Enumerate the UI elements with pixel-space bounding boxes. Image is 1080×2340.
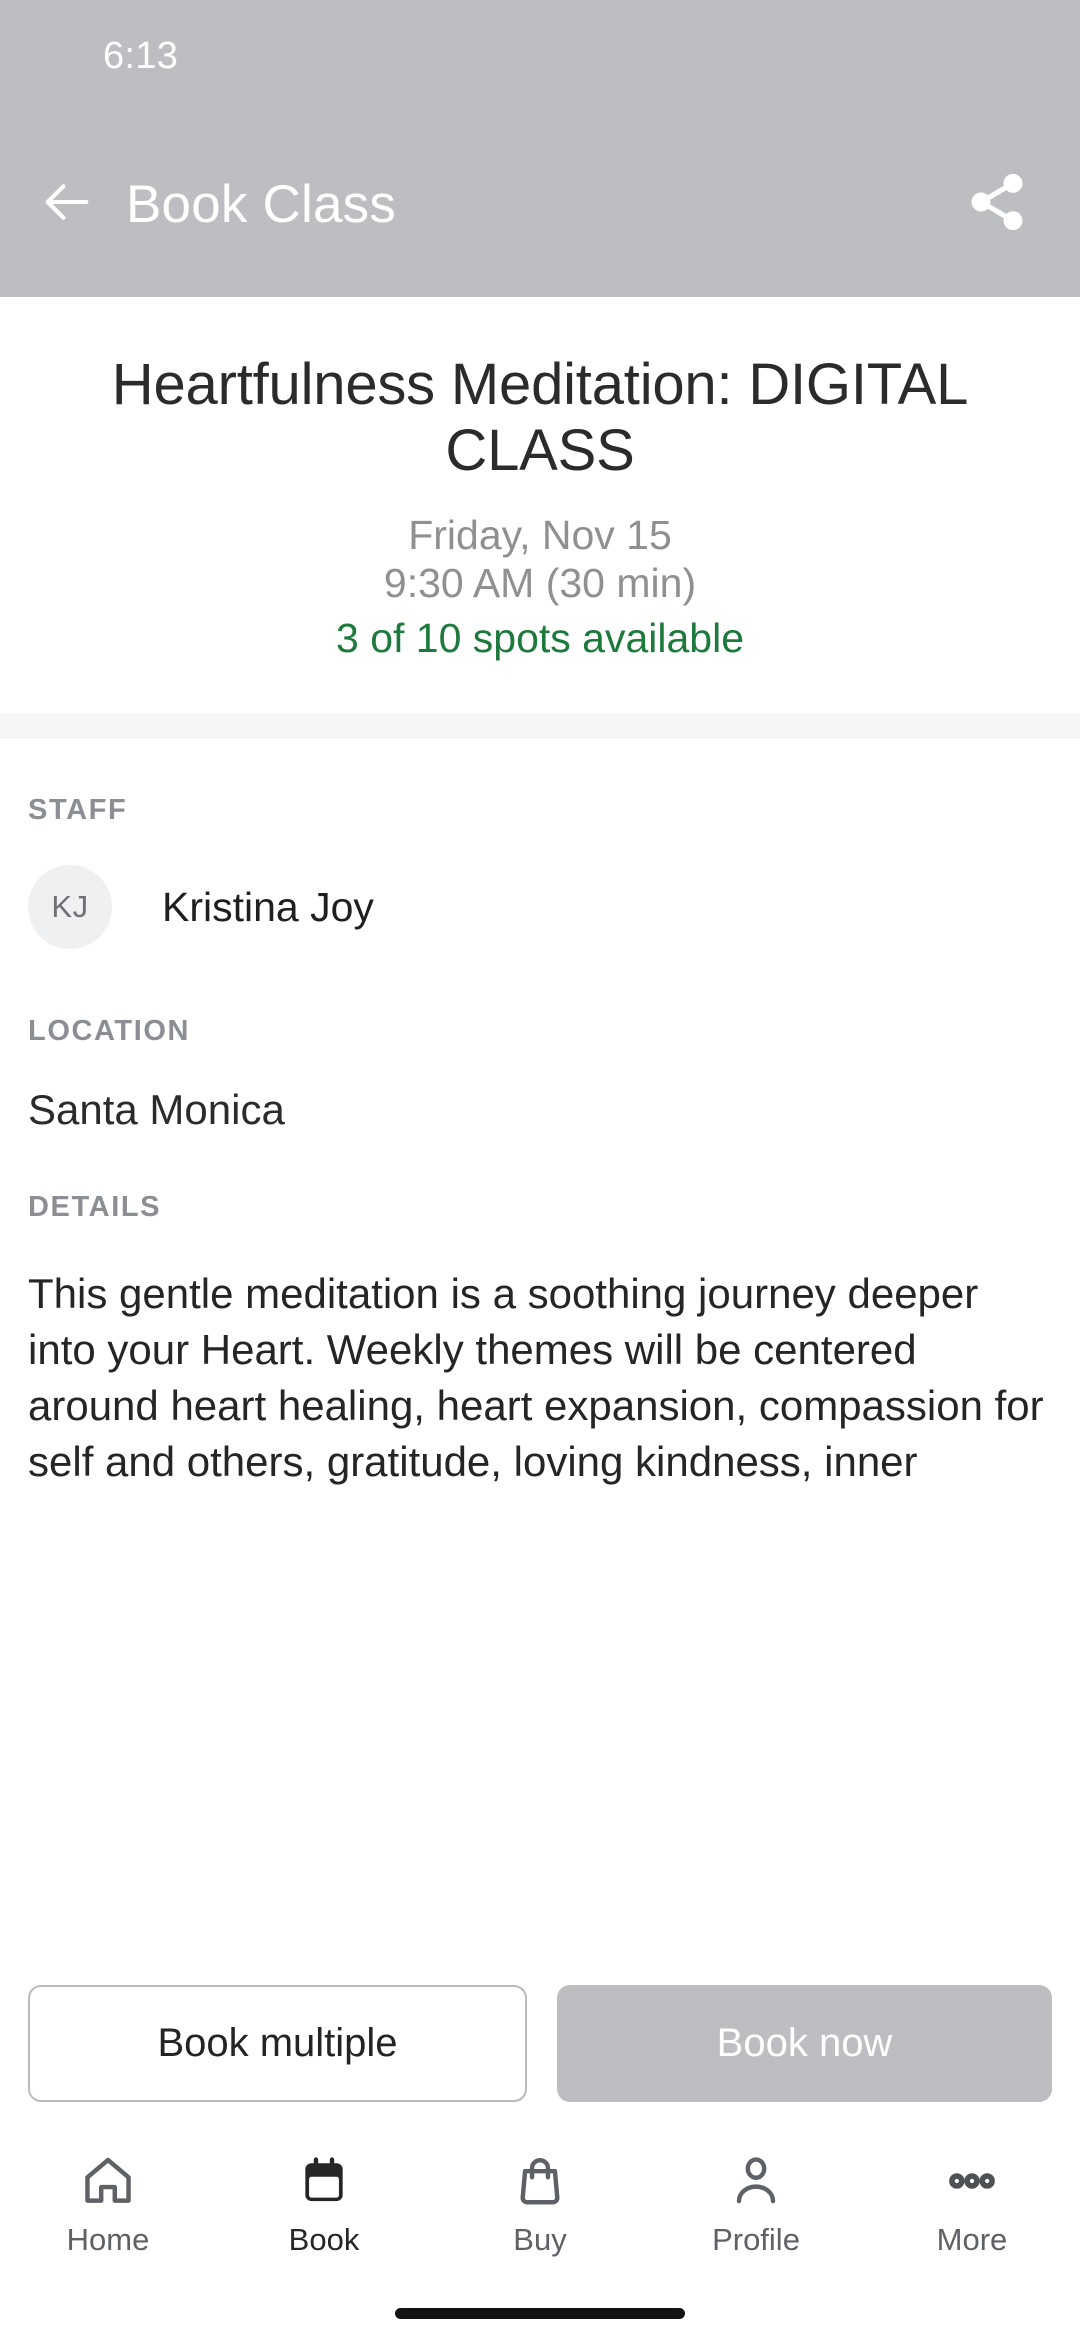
class-details-body: STAFF KJ Kristina Joy LOCATION Santa Mon… xyxy=(0,738,1080,1985)
class-time: 9:30 AM (30 min) xyxy=(383,560,697,607)
nav-label-profile: Profile xyxy=(712,2222,800,2257)
status-bar-clock: 6:13 xyxy=(103,35,179,77)
nav-item-home[interactable]: Home xyxy=(0,2150,216,2255)
nav-label-more: More xyxy=(936,2222,1008,2257)
home-indicator[interactable] xyxy=(395,2307,685,2319)
status-bar: 6:13 xyxy=(0,0,1080,112)
share-icon xyxy=(965,170,1029,239)
nav-item-more[interactable]: More xyxy=(864,2150,1080,2255)
nav-item-book[interactable]: Book xyxy=(216,2150,432,2255)
arrow-left-icon xyxy=(38,173,96,236)
details-description: This gentle meditation is a soothing jou… xyxy=(28,1270,1044,1485)
person-icon xyxy=(728,2150,784,2212)
share-button[interactable] xyxy=(958,166,1036,244)
location-value: Santa Monica xyxy=(28,1086,285,1134)
avatar: KJ xyxy=(28,865,112,950)
calendar-icon xyxy=(296,2150,352,2212)
action-bar: Book multiple Book now xyxy=(0,1985,1080,2102)
details-section-label: DETAILS xyxy=(28,1191,162,1224)
staff-name: Kristina Joy xyxy=(162,883,374,930)
nav-label-book: Book xyxy=(288,2222,360,2257)
class-date: Friday, Nov 15 xyxy=(408,512,672,559)
home-icon xyxy=(80,2150,136,2212)
bag-icon xyxy=(512,2150,568,2212)
nav-label-buy: Buy xyxy=(513,2222,567,2257)
bottom-navigation: Home Book Buy Profile More xyxy=(0,2136,1080,2286)
ellipsis-icon xyxy=(944,2150,1000,2212)
avatar-initials: KJ xyxy=(51,889,89,925)
app-header: 6:13 Book Class xyxy=(0,0,1080,297)
location-section-label: LOCATION xyxy=(28,1015,191,1048)
book-now-button[interactable]: Book now xyxy=(557,1985,1052,2102)
home-indicator-area xyxy=(0,2286,1080,2340)
nav-item-profile[interactable]: Profile xyxy=(648,2150,864,2255)
staff-row[interactable]: KJ Kristina Joy xyxy=(28,865,1052,950)
book-class-screen: 6:13 Book Class Heartfulness Meditation:… xyxy=(0,0,1080,2340)
nav-label-home: Home xyxy=(66,2222,150,2257)
nav-item-buy[interactable]: Buy xyxy=(432,2150,648,2255)
class-summary: Heartfulness Meditation: DIGITAL CLASS F… xyxy=(0,297,1080,715)
page-title: Heartfulness Meditation: DIGITAL CLASS xyxy=(111,352,969,483)
spots-available-badge: 3 of 10 spots available xyxy=(336,614,744,661)
app-bar-title: Book Class xyxy=(126,175,397,234)
staff-section-label: STAFF xyxy=(28,794,128,827)
app-bar: Book Class xyxy=(0,112,1080,297)
book-multiple-button[interactable]: Book multiple xyxy=(28,1985,527,2102)
back-button[interactable] xyxy=(30,168,104,242)
section-divider xyxy=(0,714,1080,739)
